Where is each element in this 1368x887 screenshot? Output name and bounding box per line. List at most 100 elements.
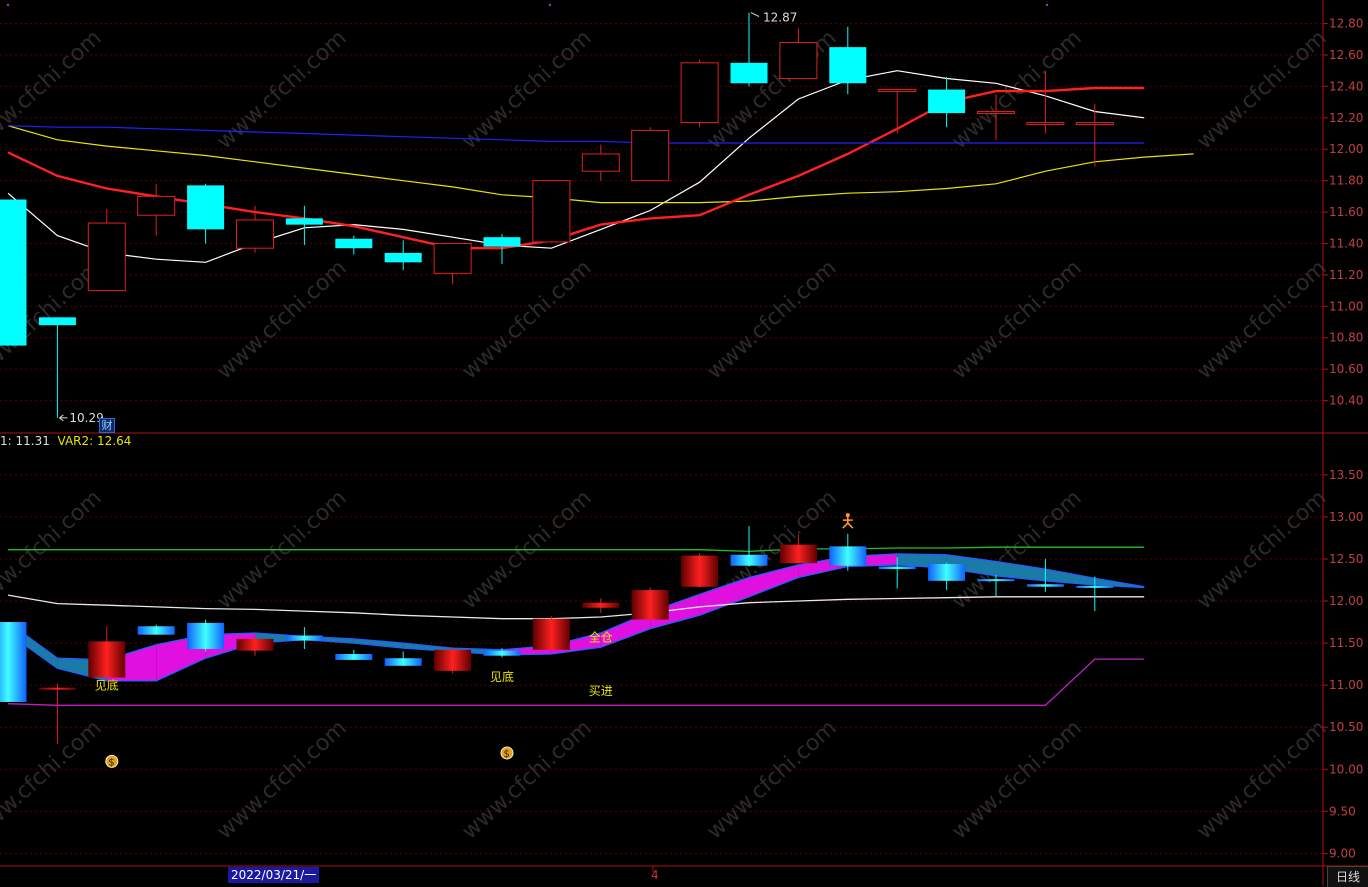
indicator-y-tick-label: 12.00 — [1329, 594, 1363, 608]
main-y-tick-label: 11.20 — [1329, 268, 1363, 282]
candle-body — [730, 62, 768, 84]
candle-body — [483, 650, 521, 656]
main-y-tick-label: 10.60 — [1329, 362, 1363, 376]
watermark-text: www.cfchi.com — [1192, 486, 1331, 615]
month-marker: 4 — [651, 868, 659, 882]
candle-body — [878, 89, 917, 93]
candle-body — [681, 555, 719, 587]
candle-body — [285, 218, 323, 225]
candle-body — [0, 622, 27, 702]
indicator-value-1: 1: 11.31 — [0, 434, 50, 448]
main-y-tick-label: 10.80 — [1329, 331, 1363, 345]
top-dot-marker — [548, 3, 552, 7]
candle-body — [0, 199, 27, 346]
candle-body — [878, 566, 916, 570]
candle-body — [87, 222, 126, 292]
candle-body — [829, 546, 867, 566]
watermark-text: www.cfchi.com — [1192, 26, 1331, 155]
cursor-date-label: 2022/03/21/一 — [228, 867, 320, 883]
candle-body — [779, 41, 818, 80]
runner-figure — [842, 517, 854, 529]
high-price-label: 12.87 — [763, 11, 797, 25]
indicator-y-tick-label: 11.50 — [1329, 636, 1363, 650]
low-marker-arrow — [59, 414, 68, 422]
candle-body — [977, 579, 1015, 582]
period-tab-daily[interactable]: 日线 — [1327, 866, 1368, 887]
candle-body — [285, 635, 323, 641]
indicator-var2: VAR2: 12.64 — [57, 434, 132, 448]
watermark-text: www.cfchi.com — [702, 716, 841, 845]
main-y-tick-label: 12.60 — [1329, 48, 1363, 62]
candle-body — [928, 564, 966, 581]
main-y-tick-label: 12.20 — [1329, 111, 1363, 125]
finance-badge[interactable]: 财 — [99, 418, 115, 433]
candle-body — [38, 687, 76, 690]
indicator-y-tick-label: 9.00 — [1329, 846, 1356, 860]
candle-body — [88, 641, 126, 678]
money-bag-glyph: $ — [504, 749, 510, 760]
candle-body — [187, 622, 225, 649]
indicator-y-tick-label: 9.50 — [1329, 804, 1356, 818]
candle-body — [434, 649, 472, 671]
candle-body — [977, 111, 1015, 115]
indicator-y-tick-label: 13.50 — [1329, 468, 1363, 482]
indicator-y-tick-label: 10.00 — [1329, 762, 1363, 776]
main-y-tick-label: 11.00 — [1329, 299, 1363, 313]
candle-body — [829, 47, 867, 84]
watermark-text: www.cfchi.com — [947, 486, 1086, 615]
watermark-text: www.cfchi.com — [0, 716, 107, 845]
watermark-text: www.cfchi.com — [457, 716, 596, 845]
candle-body — [1026, 122, 1065, 126]
main-y-tick-label: 11.40 — [1329, 236, 1363, 250]
indicator-y-tick-label: 11.00 — [1329, 678, 1363, 692]
candle-body — [532, 180, 571, 243]
watermark-text: www.cfchi.com — [212, 716, 351, 845]
candle-body — [928, 89, 966, 114]
candle-body — [433, 242, 472, 274]
candle-body — [137, 195, 176, 216]
main-y-tick-label: 12.40 — [1329, 79, 1363, 93]
candle-body — [680, 62, 719, 124]
main-y-tick-label: 11.60 — [1329, 205, 1363, 219]
candle-body — [335, 654, 373, 660]
watermark-text: www.cfchi.com — [0, 26, 107, 155]
top-dot-marker — [6, 3, 10, 7]
money-bag-glyph: $ — [108, 757, 114, 768]
main-y-tick-label: 12.00 — [1329, 142, 1363, 156]
indicator-title: 1: 11.31 VAR2: 12.64 — [0, 434, 131, 448]
watermark-text: www.cfchi.com — [1192, 716, 1331, 845]
candle-body — [483, 237, 521, 247]
watermark-text: www.cfchi.com — [212, 26, 351, 155]
candle-body — [631, 590, 669, 620]
candle-body — [532, 618, 570, 650]
candle-body — [236, 219, 274, 249]
watermark-text: www.cfchi.com — [947, 716, 1086, 845]
candle-body — [384, 252, 422, 263]
candle-body — [137, 626, 175, 635]
candle-body — [335, 238, 373, 249]
candle-body — [1076, 585, 1114, 588]
candle-body — [1026, 584, 1064, 587]
chart-canvas[interactable]: www.cfchi.com www.cfchi.com www.cfchi.com w… — [0, 0, 1368, 886]
signal-label: 见底 — [490, 669, 514, 684]
candle-body — [1075, 122, 1114, 126]
signal-label: 见底 — [95, 677, 119, 692]
top-dot-marker — [1045, 3, 1049, 7]
high-marker-arrow — [750, 12, 760, 18]
main-y-tick-label: 11.80 — [1329, 174, 1363, 188]
indicator-y-tick-label: 10.50 — [1329, 720, 1363, 734]
indicator-y-tick-label: 12.50 — [1329, 552, 1363, 566]
candle-body — [730, 554, 768, 566]
candle-body — [187, 185, 225, 230]
main-y-tick-label: 10.40 — [1329, 394, 1363, 408]
candle-body — [384, 658, 422, 666]
runner-icon — [845, 513, 850, 518]
indicator-line-upper — [8, 546, 1145, 553]
candle-body — [779, 544, 817, 564]
signal-label: 全仓 — [589, 629, 613, 644]
watermark-text: www.cfchi.com — [457, 26, 596, 155]
candle-body — [236, 638, 274, 651]
candle-body — [581, 153, 620, 172]
indicator-y-tick-label: 13.00 — [1329, 510, 1363, 524]
candle-body — [38, 317, 76, 326]
